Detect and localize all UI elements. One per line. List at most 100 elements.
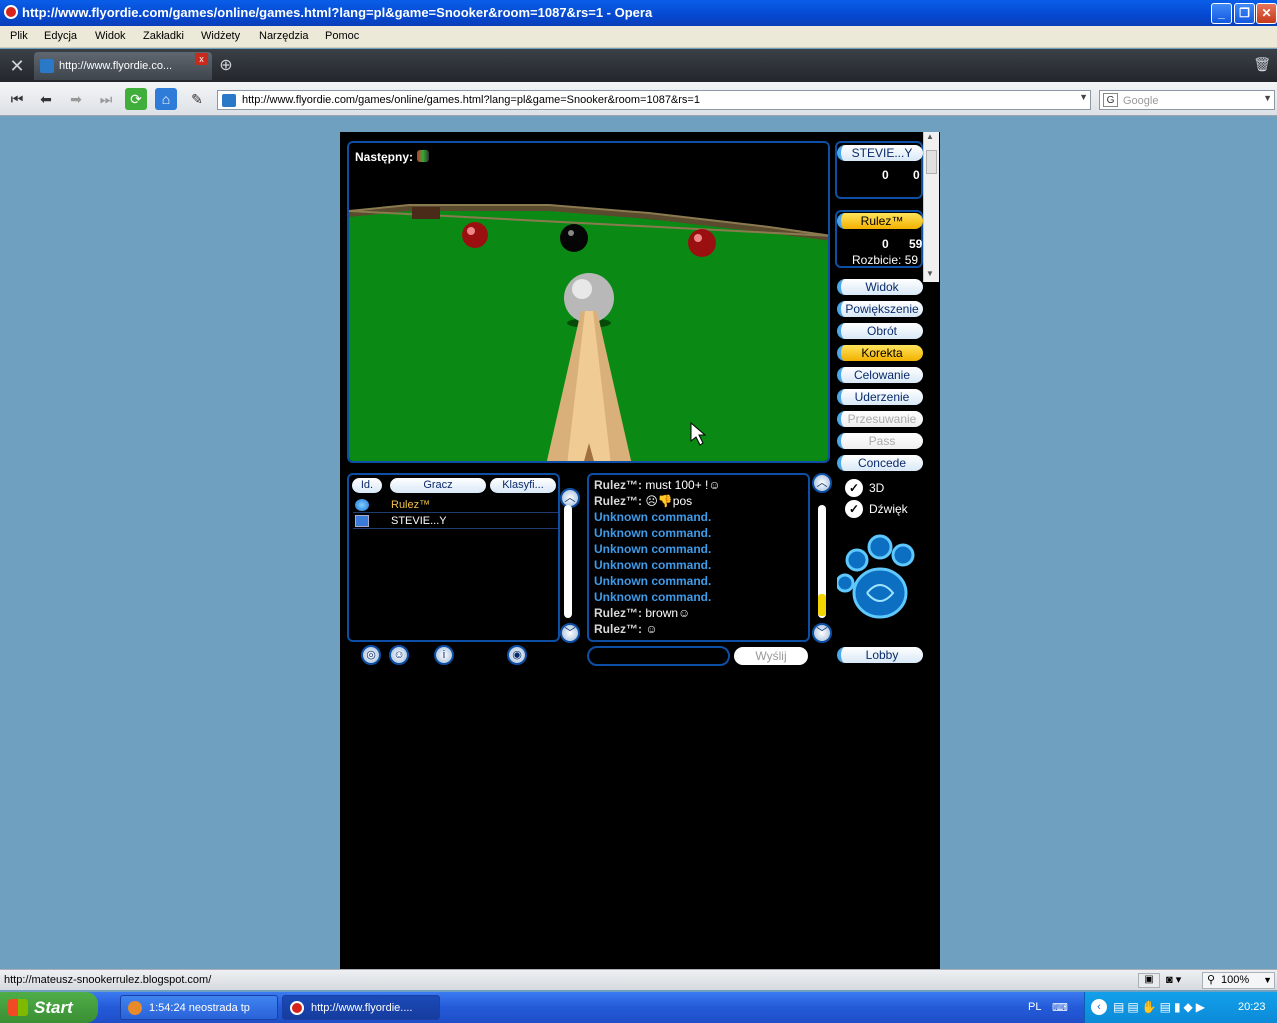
restore-button[interactable]: ❐ [1234,3,1255,24]
aim-button[interactable]: Celowanie [837,367,923,383]
user-icon[interactable]: ☺ [389,645,409,665]
menu-edycja[interactable]: Edycja [44,30,77,42]
scroll-down-icon[interactable]: ▼ [926,269,934,278]
panel-toggle-icon[interactable]: ▣ [1138,973,1160,988]
snooker-table-render[interactable] [349,143,830,463]
site-favicon-icon [222,94,236,107]
taskbar-item-neostrada[interactable]: 1:54:24 neostrada tp [120,995,278,1020]
taskbar: Start 1:54:24 neostrada tp http://www.fl… [0,992,1277,1023]
tray-icons[interactable]: ▤▤✋▤▮◆▶ [1113,1000,1208,1014]
settings-icon[interactable]: ◎ [361,645,381,665]
chat-scroll-thumb[interactable] [818,594,826,616]
concede-button[interactable]: Concede [837,455,923,471]
3d-checkbox[interactable]: ✓ [845,479,863,497]
info-icon[interactable]: i [434,645,454,665]
widok-button[interactable]: Widok [837,279,923,295]
rewind-icon[interactable]: ⏮ [6,88,28,110]
rotate-button[interactable]: Obrót [837,323,923,339]
chat-line: Rulez™: ☹👎pos [594,494,693,508]
tools-icon[interactable]: ✕ [6,55,28,77]
sound-checkbox[interactable]: ✓ [845,500,863,518]
taskbar-item-opera[interactable]: http://www.flyordie.... [282,995,440,1020]
chevron-down-icon[interactable]: ▼ [1263,93,1272,103]
sound-label: Dźwięk [869,502,908,516]
computer-icon [355,515,369,527]
chat-input[interactable] [587,646,730,666]
players-scrollbar[interactable] [564,505,572,618]
zoom-button[interactable]: Powiększenie [837,301,923,317]
player-name: Rulez™ [391,499,431,511]
player1-score-b: 0 [913,168,920,182]
title-bar[interactable]: http://www.flyordie.com/games/online/gam… [0,0,1277,26]
zoom-control[interactable]: ⚲ 100% ▼ [1202,972,1275,989]
player-column-header[interactable]: Gracz [390,478,486,493]
opera-icon [290,1001,304,1015]
zoom-value: 100% [1221,974,1250,986]
close-button[interactable]: ✕ [1256,3,1277,24]
tab-bar: ✕ http://www.flyordie.co... x ⊕ 🗑 [0,49,1277,82]
list-item[interactable]: Rulez™ [353,497,558,513]
correction-button[interactable]: Korekta [837,345,923,361]
scroll-thumb[interactable] [926,150,937,174]
tray-expand-icon[interactable]: ‹ [1091,999,1107,1015]
scores-scrollbar[interactable]: ▲ ▼ [923,132,939,282]
next-ball-label: Następny: [355,150,414,164]
chat-line: Unknown command. [594,510,712,524]
move-button[interactable]: Przesuwanie [837,411,923,427]
scroll-up-icon[interactable]: ▲ [926,132,934,141]
start-label: Start [34,998,73,1017]
send-button[interactable]: Wyślij [734,647,808,665]
table-view[interactable]: Następny: [347,141,830,463]
list-item[interactable]: STEVIE...Y [353,513,558,529]
edit-icon[interactable]: ✎ [186,88,208,110]
chat-line: Rulez™: ☺ [594,622,658,636]
close-tab-icon[interactable]: x [195,53,208,65]
lobby-button[interactable]: Lobby [837,647,923,663]
rank-column-header[interactable]: Klasyfi... [490,478,556,493]
menu-plik[interactable]: Plik [10,30,28,42]
chat-scroll-up-icon[interactable]: ︿ [812,473,832,493]
camera-icon[interactable]: ◙ ▾ [1166,973,1181,986]
chat-line: Unknown command. [594,590,712,604]
java-icon [128,1001,142,1015]
player2-score-a: 0 [882,237,889,251]
chevron-down-icon[interactable]: ▼ [1079,92,1088,102]
chat-scroll-down-icon[interactable]: ﹀ [812,623,832,643]
tab-flyordie[interactable]: http://www.flyordie.co... x [34,52,212,80]
reload-icon[interactable]: ⟳ [125,88,147,110]
menu-bar: Plik Edycja Widok Zakładki Widżety Narzę… [0,26,1277,48]
chevron-down-icon[interactable]: ▼ [1263,973,1272,988]
minimize-button[interactable]: _ [1211,3,1232,24]
menu-widok[interactable]: Widok [95,30,126,42]
windows-logo-icon [8,999,28,1016]
trash-icon[interactable]: 🗑 [1253,56,1271,73]
page-content: Następny: ▲ ▼ STEVIE...Y 0 0 Rulez™ 0 59… [0,117,1277,969]
menu-narzedzia[interactable]: Narzędzia [259,30,309,42]
player2-name: Rulez™ [837,213,923,229]
search-field[interactable]: G Google ▼ [1099,90,1275,110]
task-label: 1:54:24 neostrada tp [149,1002,250,1014]
id-column-header[interactable]: Id. [352,478,382,493]
scroll-down-icon[interactable]: ﹀ [560,623,580,643]
language-indicator[interactable]: PL [1028,1001,1041,1013]
menu-zakladki[interactable]: Zakładki [143,30,184,42]
back-icon[interactable]: ⬅ [35,88,57,110]
keyboard-icon[interactable]: ⌨ [1052,1001,1068,1014]
camera-icon[interactable]: ◉ [507,645,527,665]
new-tab-icon[interactable]: ⊕ [216,57,236,75]
next-ball-icon [417,150,429,162]
menu-widzety[interactable]: Widżety [201,30,240,42]
fast-forward-icon[interactable]: ⏭ [95,88,117,110]
shoot-button[interactable]: Uderzenie [837,389,923,405]
start-button[interactable]: Start [0,992,98,1023]
break-label: Rozbicie: 59 [852,253,919,267]
menu-pomoc[interactable]: Pomoc [325,30,359,42]
address-toolbar: ⏮ ⬅ ➡ ⏭ ⟳ ⌂ ✎ http://www.flyordie.com/ga… [0,82,1277,116]
home-icon[interactable]: ⌂ [155,88,177,110]
globe-icon [355,499,369,511]
player1-name: STEVIE...Y [837,145,923,161]
pass-button[interactable]: Pass [837,433,923,449]
tab-label: http://www.flyordie.co... [59,60,173,72]
address-field[interactable]: http://www.flyordie.com/games/online/gam… [217,90,1091,110]
forward-icon[interactable]: ➡ [65,88,87,110]
